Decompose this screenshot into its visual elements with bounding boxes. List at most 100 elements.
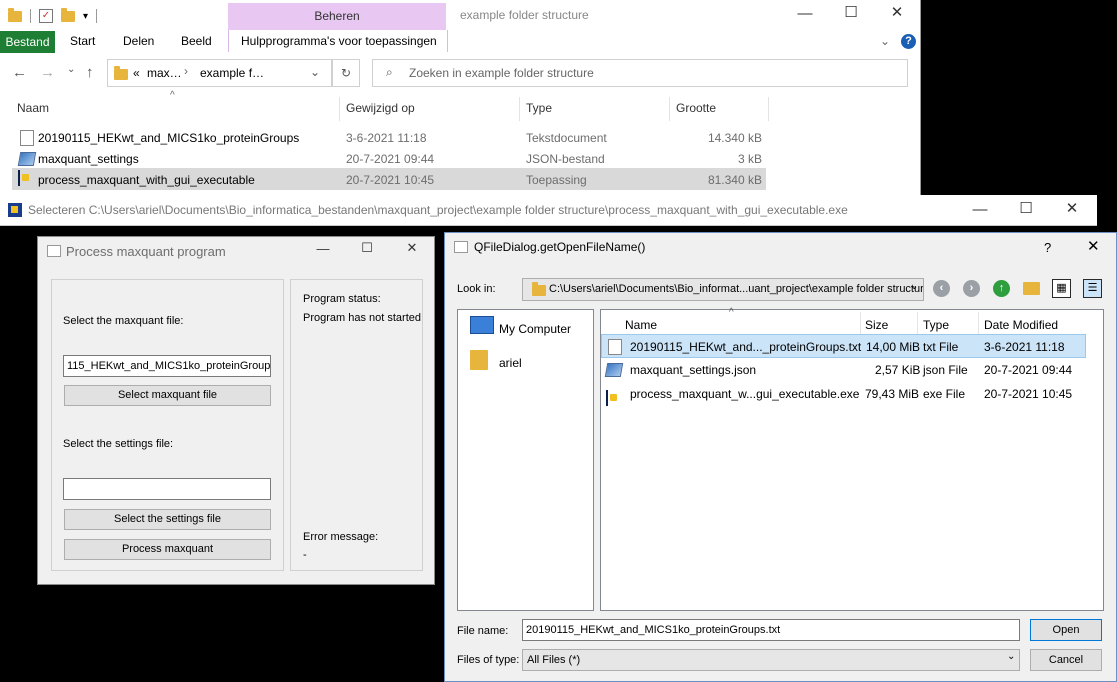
file-row[interactable]: process_maxquant_w...gui_executable.exe … [601, 382, 1086, 406]
file-name: maxquant_settings.json [630, 363, 757, 377]
column-header-naam[interactable]: Naam [17, 101, 49, 115]
toolbar-divider [30, 9, 31, 23]
breadcrumb-overflow[interactable]: « [133, 66, 140, 80]
sidebar-item-ariel[interactable]: ariel [499, 356, 522, 370]
ribbon-tab-delen[interactable]: Delen [123, 31, 154, 52]
cancel-button[interactable]: Cancel [1030, 649, 1102, 671]
file-list: ^ Name Size Type Date Modified 20190115_… [600, 307, 1104, 611]
column-header-type[interactable]: Type [526, 101, 552, 115]
help-icon[interactable]: ? [1044, 240, 1051, 255]
icon-view-icon[interactable]: ▦ [1052, 279, 1071, 298]
process-maxquant-button[interactable]: Process maxquant [64, 539, 271, 560]
file-type-value: All Files (*) [527, 654, 581, 666]
select-settings-file-button[interactable]: Select the settings file [64, 509, 271, 530]
file-type: exe File [923, 387, 966, 401]
new-folder-icon[interactable] [1023, 282, 1040, 295]
parent-directory-icon[interactable]: ↑ [993, 280, 1010, 297]
program-status-value: Program has not started [303, 312, 422, 324]
ribbon-tab-beeld[interactable]: Beeld [181, 31, 212, 52]
properties-icon[interactable]: ✓ [39, 9, 53, 23]
select-maxquant-file-button[interactable]: Select maxquant file [64, 385, 271, 406]
file-type-combobox[interactable]: All Files (*) [522, 649, 1020, 671]
chevron-down-icon: ⌄ [910, 281, 919, 292]
settings-file-field[interactable] [63, 478, 271, 500]
file-name-input[interactable]: 20190115_HEKwt_and_MICS1ko_proteinGroups… [522, 619, 1020, 641]
toolbar-divider [96, 9, 98, 23]
open-button[interactable]: Open [1030, 619, 1102, 641]
file-name-label: File name: [457, 625, 509, 637]
file-row[interactable]: process_maxquant_with_gui_executable 20-… [12, 169, 766, 190]
back-arrow-icon[interactable]: ← [12, 64, 27, 81]
address-dropdown-icon[interactable]: ⌄ [310, 65, 320, 79]
file-size: 81.340 kB [707, 173, 762, 187]
column-header-type[interactable]: Type [923, 318, 949, 332]
breadcrumb-part1[interactable]: max… [147, 66, 182, 80]
close-icon[interactable]: ✕ [389, 240, 435, 256]
column-header-size[interactable]: Size [865, 318, 888, 332]
address-bar[interactable]: « max… › example f… ⌄ [107, 59, 332, 87]
file-type: txt File [923, 340, 959, 354]
ribbon-tab-start[interactable]: Start [70, 31, 95, 52]
up-arrow-icon[interactable]: ↑ [86, 64, 94, 81]
file-type: JSON-bestand [526, 152, 605, 166]
column-divider[interactable] [978, 312, 979, 334]
text-document-icon [20, 130, 34, 146]
minimize-icon[interactable]: — [782, 5, 828, 22]
ribbon-tab-bestand[interactable]: Bestand [0, 31, 55, 53]
file-name: process_maxquant_w...gui_executable.exe [630, 387, 860, 401]
close-icon[interactable]: ✕ [1087, 237, 1100, 255]
column-header-date-modified[interactable]: Date Modified [984, 318, 1058, 332]
ribbon-tab-hulpprogrammas[interactable]: Hulpprogramma's voor toepassingen [241, 31, 437, 52]
maximize-icon[interactable]: ☐ [828, 3, 874, 21]
forward-arrow-icon[interactable]: → [40, 64, 55, 81]
file-dialog: QFileDialog.getOpenFileName() ? ✕ Look i… [444, 232, 1117, 682]
context-tab-beheren[interactable]: Beheren [228, 3, 446, 30]
refresh-icon[interactable]: ↻ [332, 59, 360, 87]
folder-icon [8, 7, 22, 22]
error-message-label: Error message: [303, 531, 379, 543]
look-in-combobox[interactable]: C:\Users\ariel\Documents\Bio_informat...… [522, 278, 924, 301]
column-divider[interactable] [768, 97, 769, 121]
file-modified: 20-7-2021 10:45 [346, 173, 435, 187]
column-divider[interactable] [860, 312, 861, 334]
column-divider[interactable] [917, 312, 918, 334]
file-row[interactable]: maxquant_settings.json 2,57 KiB json Fil… [601, 358, 1086, 382]
sidebar-item-my-computer[interactable]: My Computer [499, 322, 571, 336]
minimize-icon[interactable]: — [957, 201, 1003, 218]
look-in-label: Look in: [457, 283, 496, 295]
maximize-icon[interactable]: ☐ [1003, 199, 1049, 217]
file-row[interactable]: maxquant_settings 20-7-2021 09:44 JSON-b… [12, 148, 766, 169]
column-divider[interactable] [669, 97, 670, 121]
app-window-icon [47, 245, 61, 257]
column-divider[interactable] [519, 97, 520, 121]
chevron-down-icon: ⌄ [1007, 651, 1016, 662]
close-icon[interactable]: ✕ [874, 3, 920, 21]
maximize-icon[interactable]: ☐ [344, 240, 390, 256]
expand-ribbon-icon[interactable]: ⌄ [880, 34, 890, 48]
column-header-grootte[interactable]: Grootte [676, 101, 716, 115]
error-message-value: - [303, 549, 307, 561]
file-row[interactable]: 20190115_HEKwt_and..._proteinGroups.txt … [601, 334, 1086, 358]
column-header-gewijzigd[interactable]: Gewijzigd op [346, 101, 415, 115]
file-name: 20190115_HEKwt_and..._proteinGroups.txt [630, 340, 862, 354]
settings-file-label: Select the settings file: [63, 438, 174, 450]
search-input[interactable]: Zoeken in example folder structure [372, 59, 908, 87]
minimize-icon[interactable]: — [300, 241, 346, 256]
column-header-name[interactable]: Name [625, 318, 657, 332]
back-icon[interactable]: ‹ [933, 280, 950, 297]
detail-view-icon[interactable]: ☰ [1083, 279, 1102, 298]
customize-toolbar-icon[interactable]: ▾ [83, 11, 88, 22]
maxquant-file-field[interactable]: 115_HEKwt_and_MICS1ko_proteinGroups.txt [63, 355, 271, 377]
new-folder-icon[interactable] [61, 7, 75, 22]
file-size: 14.340 kB [707, 131, 762, 145]
close-icon[interactable]: ✕ [1049, 199, 1095, 217]
recent-locations-icon[interactable]: ⌄ [67, 64, 75, 75]
file-name: 20190115_HEKwt_and_MICS1ko_proteinGroups [38, 131, 300, 145]
help-icon[interactable]: ? [901, 34, 916, 49]
file-date: 20-7-2021 09:44 [984, 363, 1073, 377]
column-divider[interactable] [339, 97, 340, 121]
file-row[interactable]: 20190115_HEKwt_and_MICS1ko_proteinGroups… [12, 127, 766, 148]
forward-icon[interactable]: › [963, 280, 980, 297]
executable-icon [8, 203, 22, 217]
breadcrumb-part2[interactable]: example f… [200, 66, 264, 80]
